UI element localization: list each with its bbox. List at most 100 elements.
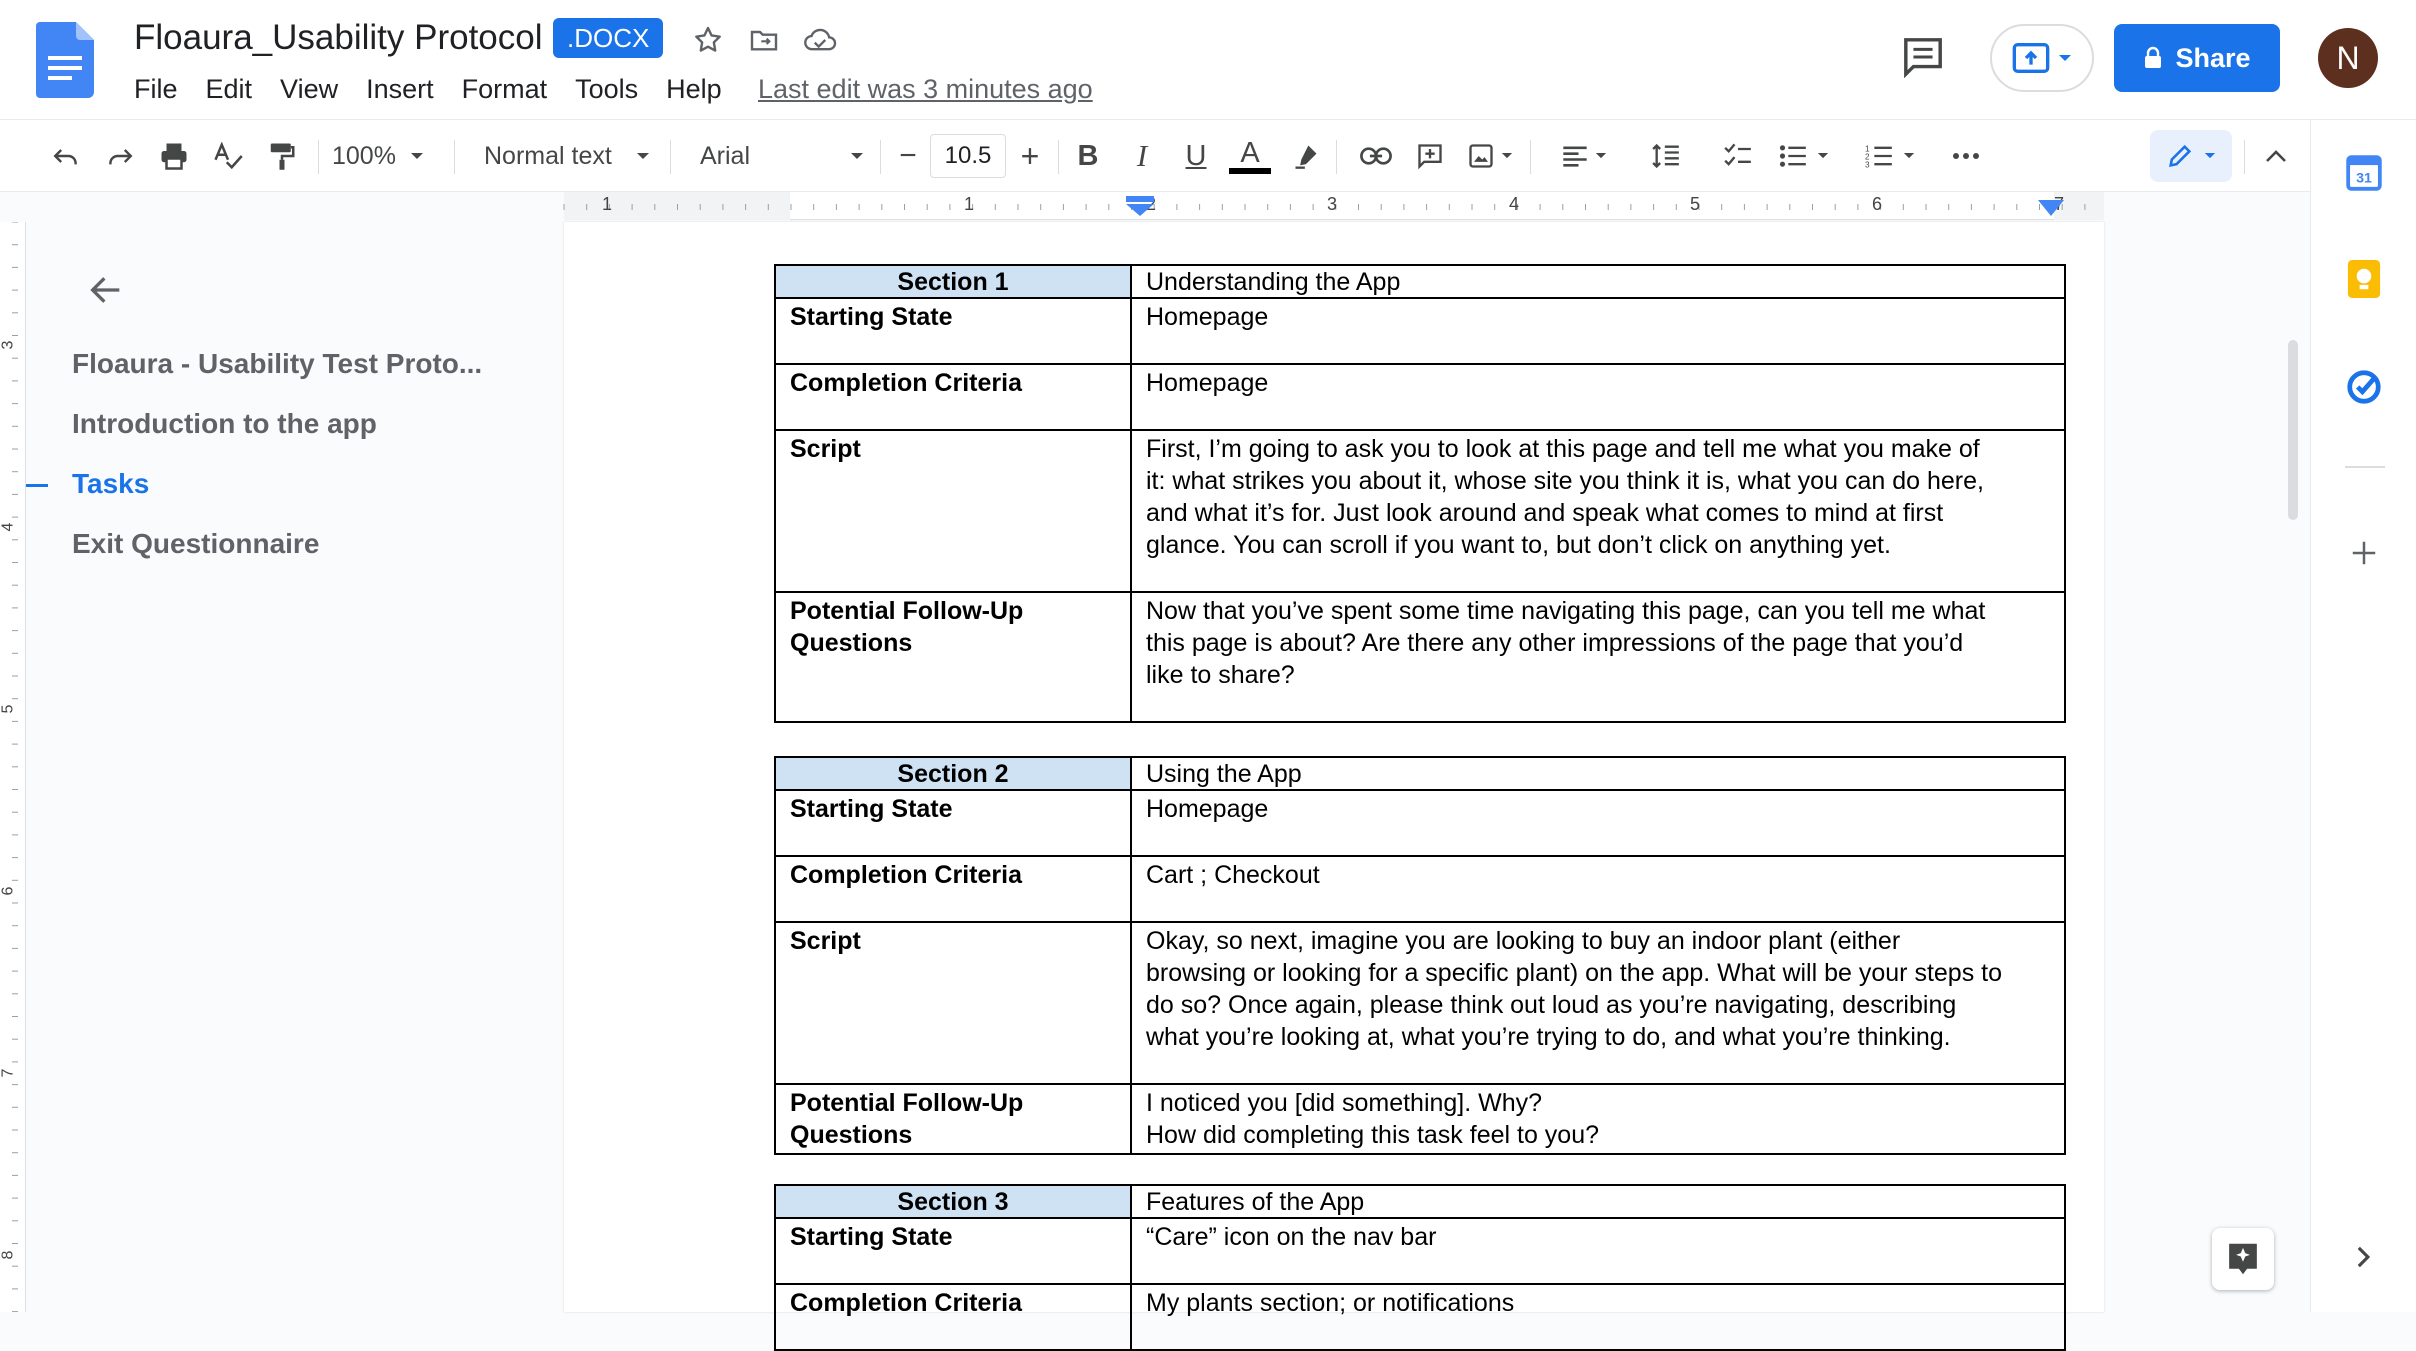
right-indent-marker-icon[interactable] xyxy=(2038,200,2064,218)
redo-icon[interactable] xyxy=(100,134,140,178)
table-row: Section 3 Features of the App xyxy=(774,1184,2066,1219)
vertical-ruler[interactable]: 3 4 5 6 7 8 xyxy=(0,222,26,1312)
paint-format-icon[interactable] xyxy=(262,134,302,178)
editing-mode-button[interactable] xyxy=(2150,130,2232,182)
keep-icon[interactable] xyxy=(2341,256,2387,302)
menu-format[interactable]: Format xyxy=(462,70,548,108)
menu-insert[interactable]: Insert xyxy=(366,70,434,108)
row-value-cell[interactable]: Okay, so next, imagine you are looking t… xyxy=(1130,921,2066,1085)
insert-comment-icon[interactable] xyxy=(1410,134,1450,178)
italic-button[interactable]: I xyxy=(1122,134,1162,178)
menu-edit[interactable]: Edit xyxy=(206,70,253,108)
account-avatar[interactable]: N xyxy=(2318,28,2378,88)
vertical-ruler-ticks xyxy=(12,222,18,1312)
outline-item-introduction[interactable]: Introduction to the app xyxy=(72,408,377,440)
menu-help[interactable]: Help xyxy=(666,70,722,108)
row-value-cell[interactable]: Homepage xyxy=(1130,363,2066,431)
formatting-toolbar: 100% Normal text Arial − 10.5 + B I U A … xyxy=(0,120,2310,192)
highlight-color-icon[interactable] xyxy=(1286,134,1326,178)
table-row: Starting State Homepage xyxy=(774,297,2066,365)
text-line: How did completing this task feel to you… xyxy=(1146,1121,1600,1149)
paragraph-style-select[interactable]: Normal text xyxy=(470,134,660,178)
more-options-icon[interactable] xyxy=(1946,134,1986,178)
zoom-value: 100% xyxy=(332,141,396,170)
row-value-cell[interactable]: Homepage xyxy=(1130,789,2066,857)
cloud-status-icon[interactable] xyxy=(800,20,840,60)
table-row: Starting State “Care” icon on the nav ba… xyxy=(774,1217,2066,1285)
increase-font-size-button[interactable]: + xyxy=(1010,134,1050,178)
add-addon-icon[interactable] xyxy=(2341,530,2387,576)
ruler-number: 7 xyxy=(0,1068,17,1078)
row-label-cell[interactable]: Completion Criteria xyxy=(774,363,1132,431)
scrollbar-thumb[interactable] xyxy=(2288,340,2298,520)
outline-item-title[interactable]: Floaura - Usability Test Proto... xyxy=(72,348,482,380)
row-value-cell[interactable]: I noticed you [did something]. Why? How … xyxy=(1130,1083,2066,1155)
font-family-select[interactable]: Arial xyxy=(686,134,870,178)
tasks-icon[interactable] xyxy=(2341,364,2387,410)
outline-item-exit-questionnaire[interactable]: Exit Questionnaire xyxy=(72,528,319,560)
row-value-cell[interactable]: Homepage xyxy=(1130,297,2066,365)
last-edit-link[interactable]: Last edit was 3 minutes ago xyxy=(758,70,1093,108)
insert-image-icon[interactable] xyxy=(1462,134,1518,178)
row-label-cell[interactable]: Completion Criteria xyxy=(774,855,1132,923)
print-icon[interactable] xyxy=(154,134,194,178)
document-title[interactable]: Floaura_Usability Protocol xyxy=(134,16,543,60)
font-size-input[interactable]: 10.5 xyxy=(930,134,1006,178)
row-label-cell[interactable]: Potential Follow-Up Questions xyxy=(774,591,1132,723)
section-header-cell[interactable]: Section 1 xyxy=(774,264,1132,299)
section-header-cell[interactable]: Section 2 xyxy=(774,756,1132,791)
section-title-cell[interactable]: Using the App xyxy=(1130,756,2066,791)
row-value-cell[interactable]: My plants section; or notifications xyxy=(1130,1283,2066,1351)
row-label-cell[interactable]: Script xyxy=(774,921,1132,1085)
row-value-cell[interactable]: Cart ; Checkout xyxy=(1130,855,2066,923)
row-value-cell[interactable]: “Care” icon on the nav bar xyxy=(1130,1217,2066,1285)
undo-icon[interactable] xyxy=(46,134,86,178)
row-value-cell[interactable]: First, I’m going to ask you to look at t… xyxy=(1130,429,2066,593)
row-label-cell[interactable]: Completion Criteria xyxy=(774,1283,1132,1351)
row-label-cell[interactable]: Starting State xyxy=(774,789,1132,857)
menu-view[interactable]: View xyxy=(280,70,338,108)
share-label: Share xyxy=(2175,42,2251,73)
bold-button[interactable]: B xyxy=(1068,134,1108,178)
numbered-list-icon[interactable]: 123 xyxy=(1862,134,1918,178)
align-left-icon[interactable] xyxy=(1556,134,1612,178)
section-header-cell[interactable]: Section 3 xyxy=(774,1184,1132,1219)
checklist-icon[interactable] xyxy=(1718,134,1758,178)
hide-menus-chevron-icon[interactable] xyxy=(2256,134,2296,178)
explore-button[interactable] xyxy=(2212,1228,2274,1290)
document-page[interactable]: Section 1 Understanding the App Starting… xyxy=(564,222,2104,1351)
row-label-cell[interactable]: Potential Follow-Up Questions xyxy=(774,1083,1132,1155)
menu-file[interactable]: File xyxy=(134,70,178,108)
expand-panel-chevron-icon[interactable] xyxy=(2341,1234,2387,1280)
spellcheck-icon[interactable] xyxy=(208,134,248,178)
ruler-number: 4 xyxy=(1509,194,1520,214)
zoom-select[interactable]: 100% xyxy=(332,134,442,178)
comment-history-icon[interactable] xyxy=(1900,36,1954,84)
row-value-cell[interactable]: Now that you’ve spent some time navigati… xyxy=(1130,591,2066,723)
section-title-cell[interactable]: Understanding the App xyxy=(1130,264,2066,299)
share-button[interactable]: Share xyxy=(2114,24,2280,92)
back-arrow-icon[interactable] xyxy=(86,270,126,310)
move-folder-icon[interactable] xyxy=(744,20,784,60)
outline-item-tasks[interactable]: Tasks xyxy=(72,468,149,500)
row-label-cell[interactable]: Starting State xyxy=(774,1217,1132,1285)
line-spacing-icon[interactable] xyxy=(1646,134,1686,178)
indent-marker-icon[interactable] xyxy=(1124,196,1156,218)
section-title-cell[interactable]: Features of the App xyxy=(1130,1184,2066,1219)
row-label-cell[interactable]: Starting State xyxy=(774,297,1132,365)
horizontal-ruler[interactable]: 1 1 2 3 4 5 6 7 xyxy=(0,192,2310,222)
menu-tools[interactable]: Tools xyxy=(575,70,638,108)
present-button[interactable] xyxy=(1990,24,2094,92)
ruler-number: 6 xyxy=(0,886,17,896)
decrease-font-size-button[interactable]: − xyxy=(888,134,928,178)
insert-link-icon[interactable] xyxy=(1356,134,1396,178)
underline-button[interactable]: U xyxy=(1176,134,1216,178)
docs-logo-icon[interactable] xyxy=(36,22,94,98)
star-icon[interactable] xyxy=(688,20,728,60)
app-header: Floaura_Usability Protocol .DOCX File Ed… xyxy=(0,0,2416,120)
text-color-button[interactable]: A xyxy=(1228,134,1272,178)
bulleted-list-icon[interactable] xyxy=(1776,134,1832,178)
calendar-icon[interactable]: 31 xyxy=(2341,150,2387,196)
document-outline: Floaura - Usability Test Proto... Introd… xyxy=(26,222,564,1312)
row-label-cell[interactable]: Script xyxy=(774,429,1132,593)
